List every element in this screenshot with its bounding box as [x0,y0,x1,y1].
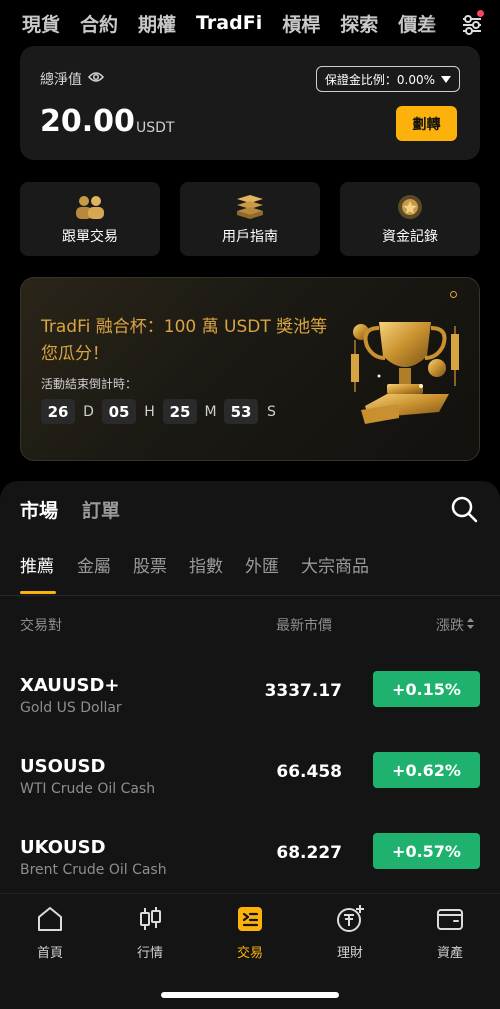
nav-assets-label: 資產 [436,946,463,961]
countdown-seconds: 53 [224,399,258,424]
copy-trading-label: 跟單交易 [62,229,118,245]
row-change-badge[interactable]: +0.62% [373,752,480,788]
tab-margin[interactable]: 槓桿 [282,10,320,37]
tab-market[interactable]: 市場 [20,496,58,523]
nav-markets[interactable]: 行情 [100,904,200,961]
trade-icon [235,904,265,934]
tab-futures[interactable]: 合約 [80,10,118,37]
margin-ratio-dropdown[interactable]: 保證金比例：0.00% [315,66,460,92]
row-change-badge[interactable]: +0.57% [373,833,480,869]
category-active-indicator [20,591,56,594]
nav-home[interactable]: 首頁 [0,904,100,961]
net-value-amount: 20.00 [40,104,135,139]
column-header-pair: 交易對 [20,618,62,634]
divider [0,595,500,596]
copy-trading-button[interactable]: 跟單交易 [20,182,160,256]
category-stocks[interactable]: 股票 [133,552,167,577]
nav-trade-label: 交易 [236,946,263,961]
margin-ratio-text: 保證金比例：0.00% [324,72,435,87]
tab-options[interactable]: 期權 [138,10,176,37]
fund-record-label: 資金記錄 [382,229,438,245]
category-commodities[interactable]: 大宗商品 [301,552,369,577]
notification-dot [477,10,484,17]
nav-earn[interactable]: 理財 [300,904,400,961]
search-icon[interactable] [450,495,478,523]
tab-tradfi[interactable]: TradFi [196,12,262,34]
column-header-price: 最新市價 [276,618,332,634]
nav-markets-label: 行情 [136,946,163,961]
row-price: 66.458 [276,762,342,782]
countdown-minutes: 25 [163,399,197,424]
market-row[interactable]: USOUSD WTI Crude Oil Cash 66.458 +0.62% [0,752,500,816]
nav-home-label: 首頁 [36,946,63,961]
settings-sliders-icon[interactable] [458,10,486,38]
caret-down-icon [441,72,451,86]
balance-card: 總淨值 20.00 USDT 保證金比例：0.00% 劃轉 [20,46,480,160]
net-value-label-row: 總淨值 [40,69,104,89]
home-indicator[interactable] [161,992,339,998]
row-price: 68.227 [276,843,342,863]
tab-explore[interactable]: 探索 [340,10,378,37]
row-change-badge[interactable]: +0.15% [373,671,480,707]
bottom-nav: 首頁 行情 交易 理財 資產 [0,893,500,1009]
row-symbol: XAUUSD+ [20,675,120,696]
countdown-minutes-unit: M [204,403,217,420]
row-description: Brent Crude Oil Cash [20,862,167,878]
user-guide-icon [233,193,267,221]
trophy-illustration [339,306,469,436]
fund-record-icon [393,193,427,221]
countdown-timer: 26 D 05 H 25 M 53 S [41,399,285,424]
top-nav: 現貨 合約 期權 TradFi 槓桿 探索 價差 [0,0,500,46]
tab-spot[interactable]: 現貨 [22,10,60,37]
countdown-hours-unit: H [144,403,155,420]
transfer-button[interactable]: 劃轉 [396,106,457,141]
net-value-label: 總淨值 [40,72,82,88]
market-row[interactable]: UKOUSD Brent Crude Oil Cash 68.227 +0.57… [0,833,500,897]
row-symbol: USOUSD [20,756,106,777]
net-value-unit: USDT [136,120,175,136]
countdown-days-unit: D [83,403,94,420]
promo-banner[interactable]: TradFi 融合杯：100 萬 USDT 獎池等您瓜分！ 活動結束倒計時： 2… [20,277,480,461]
row-description: Gold US Dollar [20,700,122,716]
fund-record-button[interactable]: 資金記錄 [340,182,480,256]
row-symbol: UKOUSD [20,837,106,858]
copy-trading-icon [73,193,107,221]
category-recommended[interactable]: 推薦 [20,552,54,577]
home-icon [35,904,65,934]
countdown-days: 26 [41,399,75,424]
candlestick-icon [135,904,165,934]
countdown-label: 活動結束倒計時： [41,377,138,391]
category-metals[interactable]: 金屬 [77,552,111,577]
user-guide-button[interactable]: 用戶指南 [180,182,320,256]
banner-pagination-dot [450,291,457,298]
market-row[interactable]: XAUUSD+ Gold US Dollar 3337.17 +0.15% [0,671,500,735]
tab-spread[interactable]: 價差 [398,10,436,37]
nav-assets[interactable]: 資產 [400,904,500,961]
column-header-change[interactable]: 漲跌 [436,615,474,635]
sort-icon [467,617,474,633]
nav-trade[interactable]: 交易 [200,904,300,961]
row-description: WTI Crude Oil Cash [20,781,156,797]
eye-icon[interactable] [88,71,104,87]
column-header-change-label: 漲跌 [436,618,464,634]
category-indices[interactable]: 指數 [189,552,223,577]
category-forex[interactable]: 外匯 [245,552,279,577]
tab-orders[interactable]: 訂單 [82,496,120,523]
countdown-seconds-unit: S [267,403,276,420]
nav-earn-label: 理財 [336,946,363,961]
user-guide-label: 用戶指南 [222,229,278,245]
countdown-hours: 05 [102,399,136,424]
earn-icon [335,904,365,934]
market-panel: 市場 訂單 推薦 金屬 股票 指數 外匯 大宗商品 交易對 最新市價 漲跌 XA… [0,481,500,901]
row-price: 3337.17 [264,681,342,701]
wallet-icon [435,904,465,934]
promo-title: TradFi 融合杯：100 萬 USDT 獎池等您瓜分！ [41,317,328,364]
